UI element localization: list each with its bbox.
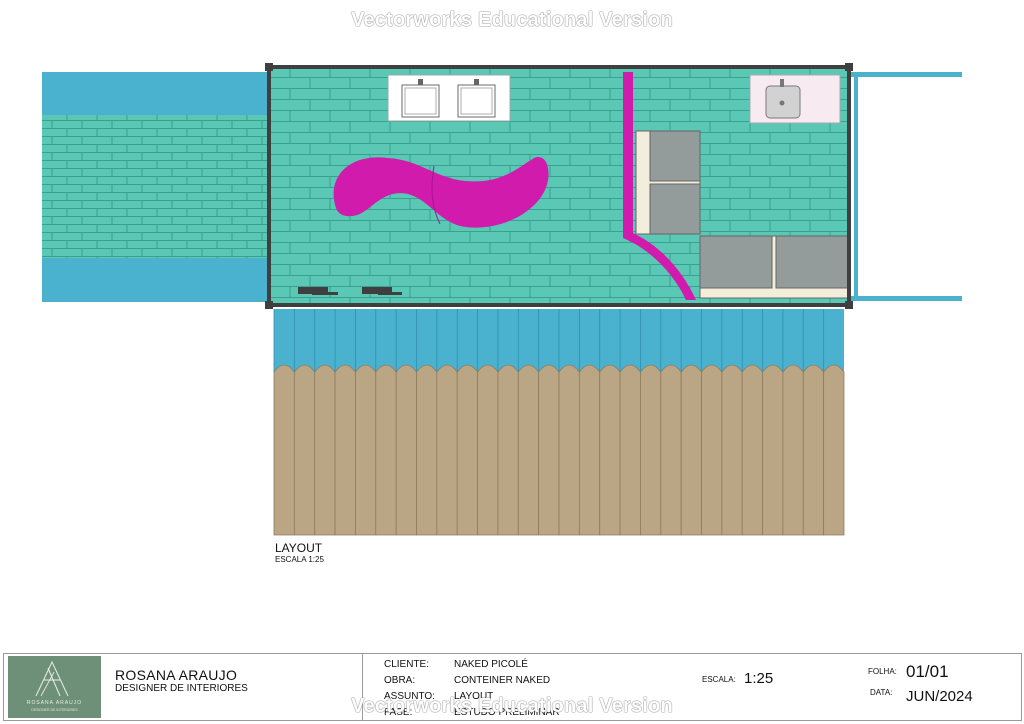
fence-plank [273,364,295,536]
sink-basin-2 [457,84,496,118]
fence-plank [741,364,763,536]
balcony-rail-bottom [850,296,962,301]
fence-plank [823,364,845,536]
watermark-bottom: Vectorworks Educational Version [351,695,673,717]
balcony-rail-top [850,72,962,77]
sink-basin-1 [401,84,440,118]
corner-post [265,63,273,71]
service-counter-vertical [635,130,701,235]
fence-plank [701,364,723,536]
fence-plank [802,364,825,536]
logo-mark-icon [35,660,69,697]
fence-plank [660,364,682,536]
single-sink-counter [749,74,841,124]
fence-plank [395,364,417,536]
fence-plank [680,364,702,536]
container-interior [270,67,849,305]
fence-plank [762,364,784,536]
corner-post [265,301,273,309]
fence-plank [558,364,580,536]
fence-plank [477,364,499,536]
project-label: OBRA: [384,675,416,686]
fence-plank [436,364,458,536]
sheet-value: 01/01 [906,662,949,681]
fence-plank [782,364,804,536]
corner-post [845,63,853,71]
sheet-label: FOLHA: [868,667,897,676]
fence-plank [619,364,641,536]
scale-label: ESCALA: [702,675,736,684]
left-tile-walkway [42,115,272,258]
scale-value: 1:25 [744,670,774,687]
floor-plan-drawing [42,63,962,536]
designer-role: DESIGNER DE INTERIORES [115,683,248,694]
service-counter-horizontal [699,235,849,299]
drawing-title: LAYOUT [275,541,323,555]
double-sink-counter [387,74,511,122]
corner-post [845,301,853,309]
left-deck [42,72,272,302]
faucet-1 [418,79,423,85]
fence-plank [375,364,397,536]
client-value: NAKED PICOLÉ [454,659,528,670]
wooden-fence [273,309,845,536]
fence-plank [334,364,356,536]
fence-plank [517,364,540,536]
fence-plank [456,364,478,536]
fence-plank [293,364,316,536]
drawing-scale-note: ESCALA 1:25 [275,555,324,564]
fence-plank [497,364,519,536]
fence-plank [578,364,601,536]
designer-name: ROSANA ARAUJO [115,667,238,683]
fence-plank [355,364,377,536]
fence-plank [314,364,336,536]
faucet-2 [474,79,479,85]
fence-plank [640,364,662,536]
project-value: CONTEINER NAKED [454,675,551,686]
client-label: CLIENTE: [384,659,430,670]
fence-plank [538,364,560,536]
watermark-top: Vectorworks Educational Version [351,9,673,31]
fence-plank [721,364,743,536]
fence-plank [599,364,621,536]
fence-plank [416,364,438,536]
balcony-rail-side [854,72,858,301]
right-balcony [850,72,962,301]
